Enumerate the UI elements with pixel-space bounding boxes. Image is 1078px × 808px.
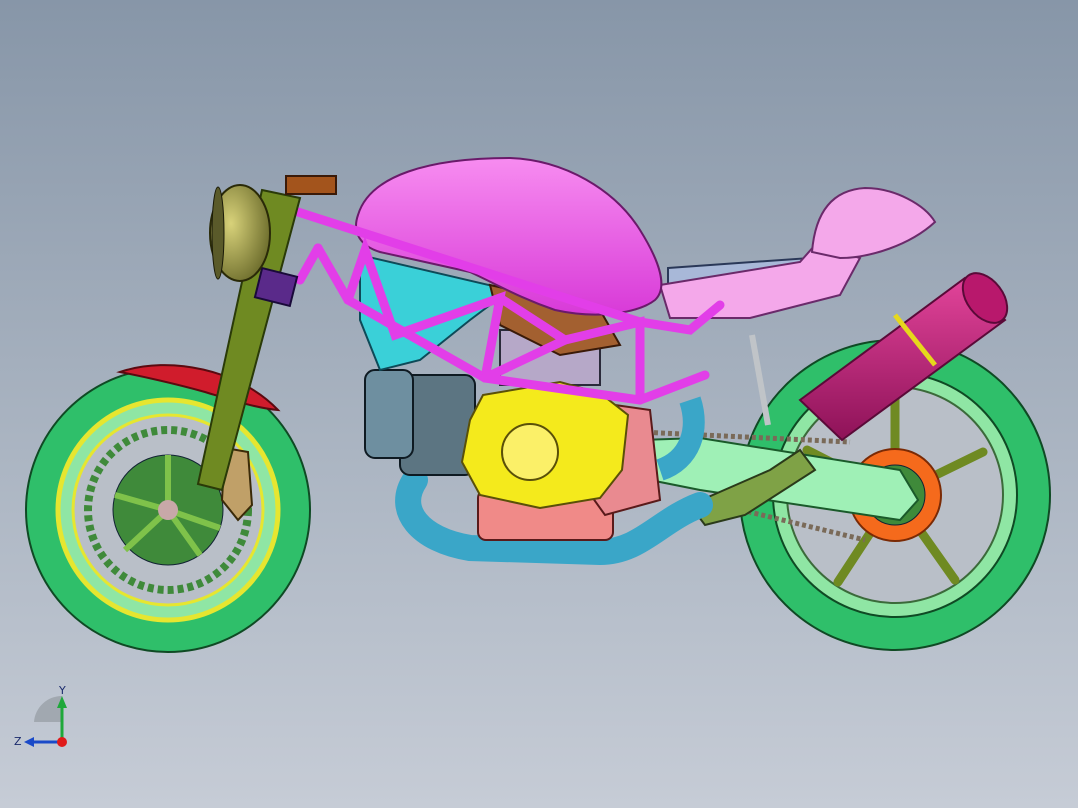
cad-viewport[interactable]: Y Z (0, 0, 1078, 808)
origin-point (57, 737, 67, 747)
front-wheel (25, 367, 311, 653)
motorcycle-model[interactable] (0, 0, 1078, 808)
rear-shock (749, 334, 771, 426)
z-axis-label: Z (14, 735, 22, 748)
headlight (209, 184, 271, 282)
view-triad[interactable]: Y Z (8, 682, 88, 762)
y-axis-label: Y (58, 684, 66, 697)
seat-tail (658, 186, 937, 319)
